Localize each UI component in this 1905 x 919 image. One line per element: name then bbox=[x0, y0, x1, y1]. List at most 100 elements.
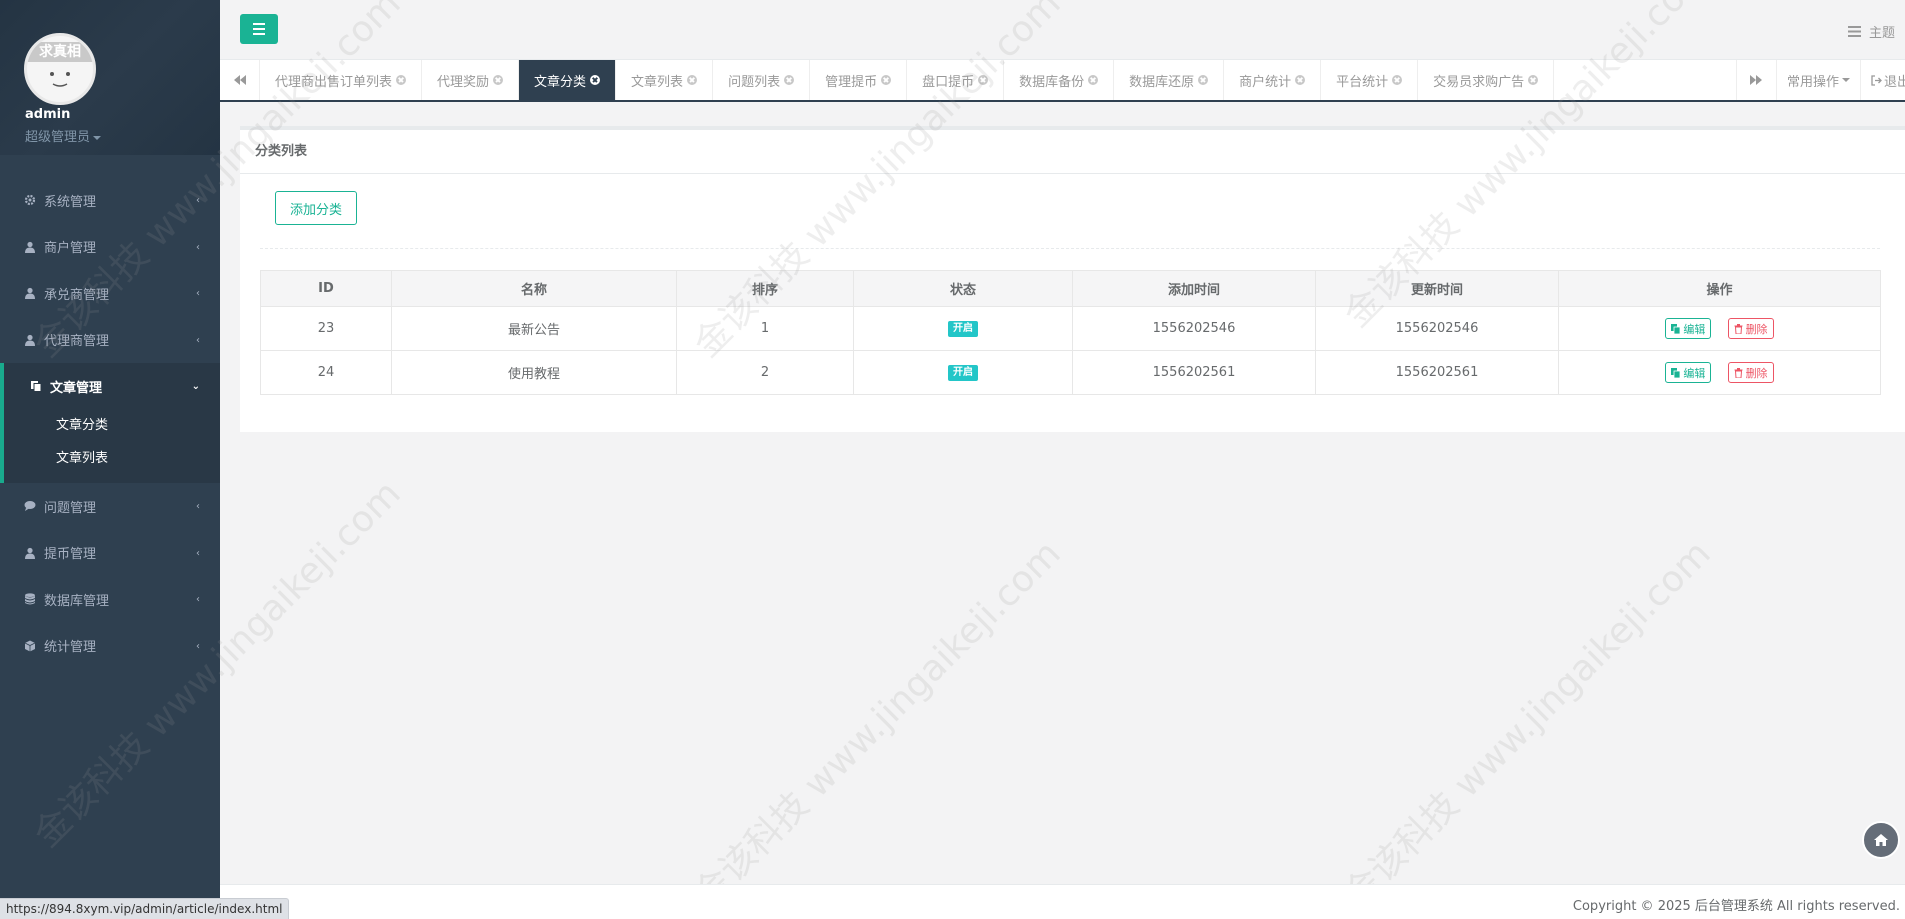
status-bar-url: https://894.8xym.vip/admin/article/index… bbox=[0, 898, 290, 919]
tab-article-category[interactable]: 文章分类 bbox=[519, 60, 617, 100]
sidebar-item-system[interactable]: 系统管理 ‹ bbox=[0, 177, 220, 224]
tab-article-list[interactable]: 文章列表 bbox=[616, 60, 714, 100]
close-icon[interactable] bbox=[687, 75, 698, 85]
comment-icon bbox=[24, 501, 36, 512]
tab-agent-sell-orders[interactable]: 代理商出售订单列表 bbox=[260, 60, 423, 100]
edit-label: 编辑 bbox=[1683, 366, 1706, 380]
close-icon[interactable] bbox=[1088, 75, 1099, 85]
divider bbox=[260, 248, 1880, 249]
sidebar-subitem-article-category[interactable]: 文章分类 bbox=[4, 409, 220, 442]
sidebar-item-label: 提币管理 bbox=[44, 547, 97, 563]
tab-label: 交易员求购广告 bbox=[1433, 74, 1525, 90]
cell-name: 使用教程 bbox=[391, 350, 677, 395]
edit-button[interactable]: 编辑 bbox=[1665, 318, 1712, 339]
sidebar-item-label: 商户管理 bbox=[44, 241, 97, 257]
database-icon bbox=[25, 593, 35, 605]
tab-trader-buy-ads[interactable]: 交易员求购广告 bbox=[1418, 60, 1555, 100]
cell-sort: 1 bbox=[676, 306, 854, 351]
menu-toggle-button[interactable] bbox=[240, 14, 278, 44]
common-ops-dropdown[interactable]: 常用操作 bbox=[1775, 60, 1860, 100]
sidebar-item-acceptor[interactable]: 承兑商管理 ‹ bbox=[0, 270, 220, 317]
sidebar-item-withdraw[interactable]: 提币管理 ‹ bbox=[0, 530, 220, 577]
user-icon bbox=[25, 334, 35, 346]
tab-list: 代理商出售订单列表 代理奖励 文章分类 文章列表 问题列表 管理提币 盘口提币 … bbox=[260, 60, 1555, 100]
close-icon[interactable] bbox=[1295, 75, 1306, 85]
tab-label: 数据库备份 bbox=[1019, 74, 1085, 90]
profile-panel: 求真相 admin 超级管理员 bbox=[0, 0, 220, 155]
cell-id: 24 bbox=[260, 350, 392, 395]
sidebar-item-database[interactable]: 数据库管理 ‹ bbox=[0, 576, 220, 623]
gear-icon bbox=[24, 195, 36, 206]
tab-label: 管理提币 bbox=[825, 74, 878, 90]
user-icon bbox=[25, 547, 35, 559]
tabs-scroll-left-button[interactable] bbox=[220, 60, 260, 100]
close-icon[interactable] bbox=[978, 75, 989, 85]
cell-updated: 1556202561 bbox=[1315, 350, 1559, 395]
close-icon[interactable] bbox=[784, 75, 795, 85]
file-copy-icon bbox=[31, 381, 42, 392]
sidebar-item-label: 统计管理 bbox=[44, 640, 97, 656]
tab-platform-stats[interactable]: 平台统计 bbox=[1321, 60, 1419, 100]
close-icon[interactable] bbox=[396, 75, 407, 85]
column-header: 名称 bbox=[391, 270, 677, 307]
edit-button[interactable]: 编辑 bbox=[1665, 362, 1712, 383]
delete-button[interactable]: 删除 bbox=[1727, 318, 1774, 339]
tab-label: 平台统计 bbox=[1336, 74, 1389, 90]
cell-updated: 1556202546 bbox=[1315, 306, 1559, 351]
column-header: ID bbox=[260, 270, 392, 307]
hamburger-icon bbox=[253, 23, 265, 25]
tab-label: 代理商出售订单列表 bbox=[275, 74, 393, 90]
logout-button[interactable]: 退出 bbox=[1860, 60, 1905, 100]
forward-icon bbox=[1750, 75, 1763, 85]
sidebar-item-statistics[interactable]: 统计管理 ‹ bbox=[0, 623, 220, 670]
top-navbar: 主题 bbox=[220, 0, 1905, 60]
trash-icon bbox=[1734, 367, 1743, 378]
theme-button[interactable]: 主题 bbox=[1847, 22, 1895, 41]
sidebar-item-article[interactable]: 文章管理 ⌄ bbox=[4, 363, 220, 409]
sidebar: 求真相 admin 超级管理员 系统管理 ‹ 商户管理 ‹ 承兑商管理 ‹ 代理… bbox=[0, 0, 220, 919]
cell-sort: 2 bbox=[676, 350, 854, 395]
tab-manage-withdraw[interactable]: 管理提币 bbox=[810, 60, 908, 100]
tab-handicap-withdraw[interactable]: 盘口提币 bbox=[907, 60, 1005, 100]
close-icon[interactable] bbox=[881, 75, 892, 85]
avatar[interactable]: 求真相 bbox=[24, 33, 96, 105]
delete-button[interactable]: 删除 bbox=[1727, 362, 1774, 383]
caret-down-icon bbox=[1842, 78, 1850, 82]
status-badge: 开启 bbox=[948, 321, 978, 337]
username: admin bbox=[25, 107, 71, 122]
watermark: 金该科技 www.jingaikeji.com bbox=[686, 533, 1069, 916]
role-dropdown[interactable]: 超级管理员 bbox=[25, 126, 102, 145]
sidebar-item-merchant[interactable]: 商户管理 ‹ bbox=[0, 224, 220, 271]
tabs-bar: 代理商出售订单列表 代理奖励 文章分类 文章列表 问题列表 管理提币 盘口提币 … bbox=[220, 60, 1905, 102]
close-icon[interactable] bbox=[493, 75, 504, 85]
tab-label: 问题列表 bbox=[728, 74, 781, 90]
sidebar-group-article: 文章管理 ⌄ 文章分类 文章列表 bbox=[0, 363, 220, 483]
hamburger-icon bbox=[253, 33, 265, 35]
tab-db-restore[interactable]: 数据库还原 bbox=[1114, 60, 1225, 100]
tab-label: 文章分类 bbox=[534, 74, 587, 90]
submenu: 文章分类 文章列表 bbox=[4, 409, 220, 483]
home-button[interactable] bbox=[1862, 821, 1900, 859]
add-category-button[interactable]: 添加分类 bbox=[275, 191, 357, 225]
close-icon[interactable] bbox=[590, 75, 601, 85]
sidebar-subitem-article-list[interactable]: 文章列表 bbox=[4, 442, 220, 475]
tabs-scroll-right-button[interactable] bbox=[1735, 60, 1776, 100]
theme-label: 主题 bbox=[1868, 26, 1895, 41]
side-nav: 系统管理 ‹ 商户管理 ‹ 承兑商管理 ‹ 代理商管理 ‹ 文章管理 ⌄ 文章分… bbox=[0, 177, 220, 669]
close-icon[interactable] bbox=[1198, 75, 1209, 85]
cell-status: 开启 bbox=[853, 306, 1073, 351]
close-icon[interactable] bbox=[1528, 75, 1539, 85]
tab-merchant-stats[interactable]: 商户统计 bbox=[1224, 60, 1322, 100]
tab-question-list[interactable]: 问题列表 bbox=[713, 60, 811, 100]
tab-agent-reward[interactable]: 代理奖励 bbox=[422, 60, 520, 100]
chevron-left-icon: ‹ bbox=[196, 594, 200, 606]
sidebar-item-question[interactable]: 问题管理 ‹ bbox=[0, 483, 220, 530]
tab-label: 文章列表 bbox=[631, 74, 684, 90]
sidebar-item-agent[interactable]: 代理商管理 ‹ bbox=[0, 317, 220, 364]
close-icon[interactable] bbox=[1392, 75, 1403, 85]
avatar-text: 求真相 bbox=[27, 42, 93, 62]
tab-db-backup[interactable]: 数据库备份 bbox=[1004, 60, 1115, 100]
sidebar-item-label: 数据库管理 bbox=[44, 593, 110, 609]
cell-status: 开启 bbox=[853, 350, 1073, 395]
table-header-row: ID 名称 排序 状态 添加时间 更新时间 操作 bbox=[260, 270, 1881, 307]
